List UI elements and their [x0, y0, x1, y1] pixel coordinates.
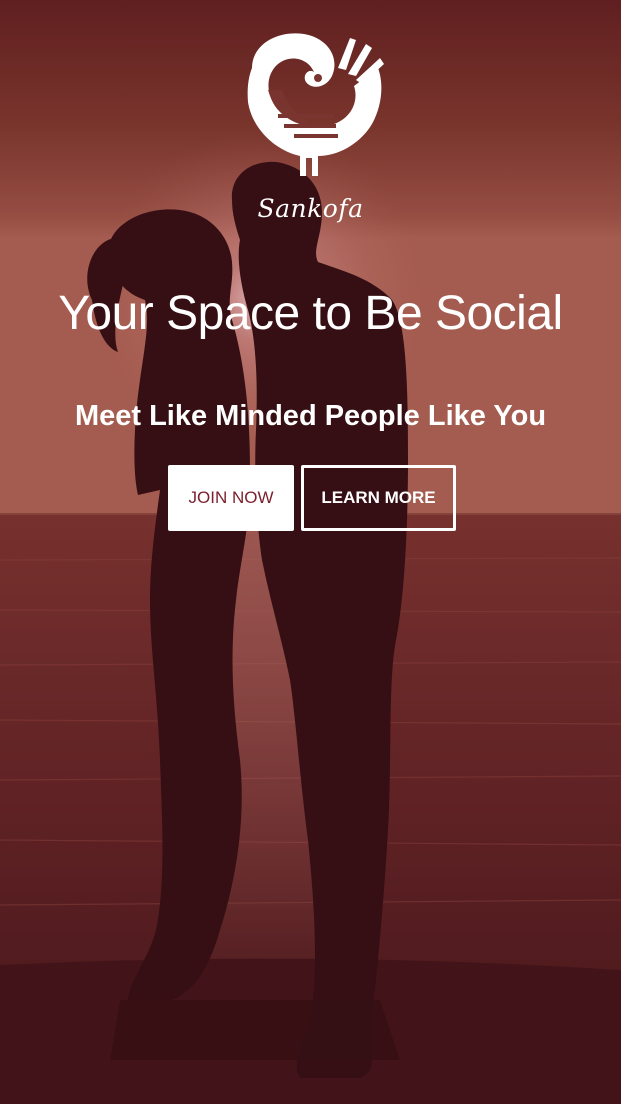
join-now-button[interactable]: JOIN NOW	[168, 465, 294, 531]
landing-screen: Sankofa Your Space to Be Social Meet Lik…	[0, 0, 621, 1104]
hero-subheadline: Meet Like Minded People Like You	[74, 400, 547, 432]
brand-name: Sankofa	[257, 194, 364, 223]
hero-headline: Your Space to Be Social	[58, 287, 563, 340]
learn-more-button[interactable]: LEARN MORE	[301, 465, 456, 531]
